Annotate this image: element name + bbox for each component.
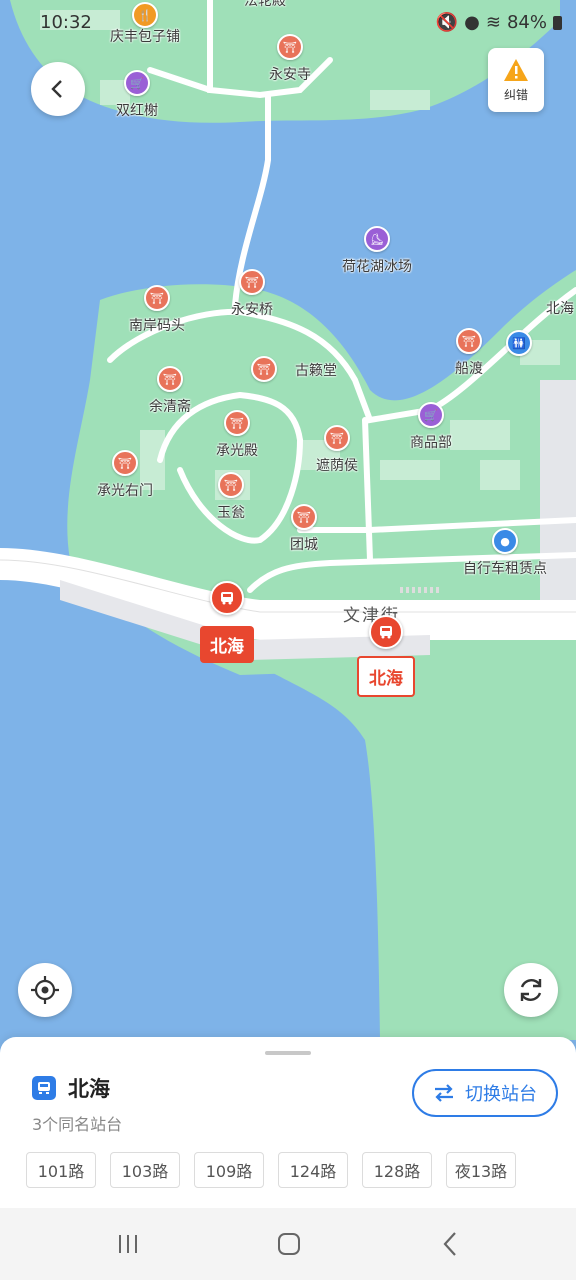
- poi-label: 船渡: [455, 361, 483, 377]
- home-button[interactable]: [269, 1230, 309, 1258]
- bus-icon: [221, 592, 233, 605]
- report-error-label: 纠错: [503, 87, 528, 102]
- poi-label: 玉瓮: [217, 505, 245, 521]
- poi-tuancheng[interactable]: ⛩ 团城: [290, 504, 318, 554]
- poi-label: 北海: [546, 301, 574, 317]
- status-bar: 10:32 🔇 ● ≋ 84%: [0, 0, 576, 46]
- route-chip[interactable]: 夜13路: [446, 1152, 516, 1188]
- bus-stop-icon: [32, 1076, 56, 1100]
- report-error-button[interactable]: 纠错: [488, 48, 544, 112]
- bus-icon: [380, 626, 392, 639]
- skate-icon: ⛸: [364, 226, 390, 252]
- poi-chengguangdian[interactable]: ⛩ 承光殿: [216, 410, 258, 460]
- status-right: 🔇 ● ≋ 84%: [436, 12, 562, 33]
- location-pin-icon: ●: [492, 528, 518, 554]
- route-chip[interactable]: 109路: [194, 1152, 264, 1188]
- poi-label: 永安寺: [269, 67, 311, 83]
- bus-stop-marker[interactable]: [369, 615, 403, 649]
- back-nav-button[interactable]: [431, 1230, 471, 1258]
- temple-icon: ⛩: [251, 356, 277, 382]
- poi-yonganqiao[interactable]: ⛩ 永安桥: [231, 269, 273, 319]
- battery-icon: [553, 15, 562, 30]
- poi-label: 荷花湖冰场: [342, 259, 412, 275]
- poi-label: 永安桥: [231, 302, 273, 318]
- back-button[interactable]: [31, 62, 85, 116]
- route-chip[interactable]: 101路: [26, 1152, 96, 1188]
- locate-button[interactable]: [18, 963, 72, 1017]
- poi-label: 承光右门: [97, 483, 153, 499]
- sheet-drag-handle[interactable]: [265, 1051, 311, 1055]
- poi-gulaitang[interactable]: ⛩ 古籁堂: [251, 356, 337, 382]
- poi-ice-rink[interactable]: ⛸ 荷花湖冰场: [342, 226, 412, 276]
- poi-label: 承光殿: [216, 443, 258, 459]
- poi-yuweng[interactable]: ⛩ 玉瓮: [217, 472, 245, 522]
- shop-icon: 🛒: [418, 402, 444, 428]
- poi-shuanghongxie[interactable]: 🛒 双红榭: [116, 70, 158, 120]
- temple-icon: ⛩: [144, 285, 170, 311]
- temple-icon: ⛩: [218, 472, 244, 498]
- battery-text: 84%: [506, 12, 547, 33]
- temple-icon: ⛩: [291, 504, 317, 530]
- poi-label: 遮荫侯: [316, 458, 358, 474]
- map-view[interactable]: 10:32 🔇 ● ≋ 84% 纠错 法轮殿 🍴 庆丰包子铺 ⛩ 永安寺 🛒 双…: [0, 0, 576, 1040]
- toilet-icon: 🚻: [506, 330, 532, 356]
- station-sheet[interactable]: 北海 3个同名站台 切换站台 101路 103路 109路 124路 128路 …: [0, 1037, 576, 1208]
- poi-nanan-dock[interactable]: ⛩ 南岸码头: [129, 285, 185, 335]
- station-title-row: 北海: [32, 1073, 110, 1103]
- wifi-icon: ≋: [485, 12, 501, 33]
- switch-station-label: 切换站台: [465, 1084, 537, 1105]
- warning-icon: [504, 58, 528, 81]
- shop-icon: 🛒: [124, 70, 150, 96]
- route-chip[interactable]: 124路: [278, 1152, 348, 1188]
- poi-yuqingzhai[interactable]: ⛩ 余清斋: [149, 366, 191, 416]
- chevron-left-icon: [51, 80, 62, 98]
- poi-label: 古籁堂: [295, 363, 337, 379]
- poi-chengguang-gate[interactable]: ⛩ 承光右门: [97, 450, 153, 500]
- station-subtitle: 3个同名站台: [32, 1115, 123, 1134]
- temple-icon: ⛩: [324, 425, 350, 451]
- station-name: 北海: [68, 1077, 110, 1101]
- refresh-button[interactable]: [504, 963, 558, 1017]
- poi-beihai[interactable]: 北海: [546, 294, 574, 318]
- location-icon: ●: [464, 12, 480, 33]
- route-list: 101路 103路 109路 124路 128路 夜13路: [26, 1152, 516, 1188]
- bus-stop-tag[interactable]: 北海: [200, 626, 254, 663]
- switch-station-button[interactable]: 切换站台: [412, 1069, 558, 1117]
- poi-chuandu[interactable]: ⛩ 船渡: [455, 328, 483, 378]
- recent-apps-icon: [119, 1235, 137, 1253]
- system-nav-bar: [0, 1208, 576, 1280]
- bus-stop-tag[interactable]: 北海: [357, 656, 415, 697]
- poi-label: 南岸码头: [129, 318, 185, 334]
- refresh-icon: [520, 979, 542, 1001]
- swap-icon: [435, 1084, 453, 1102]
- poi-zheyinhou[interactable]: ⛩ 遮荫侯: [316, 425, 358, 475]
- temple-icon: ⛩: [239, 269, 265, 295]
- temple-icon: ⛩: [224, 410, 250, 436]
- poi-label: 双红榭: [116, 103, 158, 119]
- poi-shangpinbu[interactable]: 🛒 商品部: [410, 402, 452, 452]
- poi-label: 商品部: [410, 435, 452, 451]
- route-chip[interactable]: 103路: [110, 1152, 180, 1188]
- recent-apps-button[interactable]: [108, 1230, 148, 1258]
- route-chip[interactable]: 128路: [362, 1152, 432, 1188]
- poi-label: 团城: [290, 537, 318, 553]
- map-base: [0, 0, 576, 1040]
- crosshair-icon: [31, 976, 59, 1004]
- poi-bike-rental[interactable]: ● 自行车租赁点: [463, 528, 547, 578]
- home-icon: [278, 1233, 300, 1255]
- chevron-left-icon: [443, 1232, 456, 1256]
- status-time: 10:32: [40, 12, 92, 33]
- temple-icon: ⛩: [157, 366, 183, 392]
- poi-label: 余清斋: [149, 399, 191, 415]
- mute-icon: 🔇: [435, 12, 459, 33]
- temple-icon: ⛩: [456, 328, 482, 354]
- toilet-poi[interactable]: 🚻: [506, 330, 532, 356]
- poi-label: 自行车租赁点: [463, 561, 547, 577]
- temple-icon: ⛩: [112, 450, 138, 476]
- bus-stop-marker[interactable]: [210, 581, 244, 615]
